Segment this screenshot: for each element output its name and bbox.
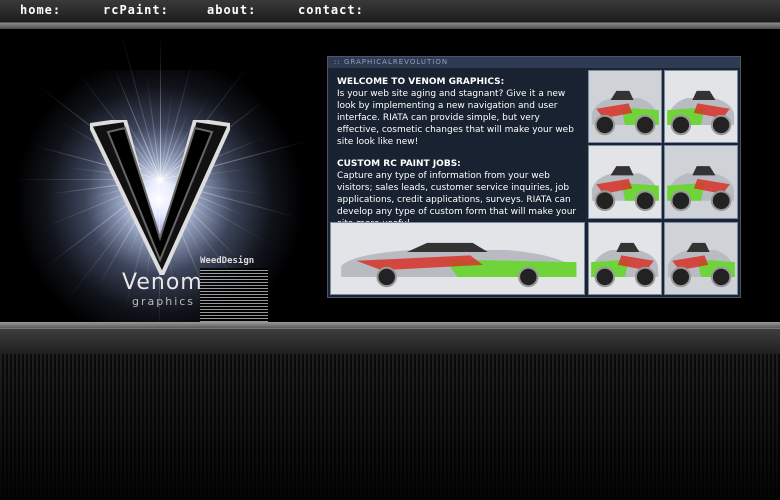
rc-car-photo-icon [589,223,661,294]
nav-home-link[interactable]: home: [20,3,61,17]
header-band [0,23,780,29]
panel-title: :: GRAPHICALREVOLUTION [328,57,740,68]
brand-name: Venom [122,270,203,295]
nav-rcpaint-link[interactable]: rcPaint: [103,3,169,17]
brand-logo: Venom graphics [122,270,203,308]
weed-design-title: WeedDesign [200,256,255,266]
brand-subtitle: graphics [132,295,196,308]
car-thumbnail-1[interactable] [588,70,662,143]
section1-heading: WELCOME TO VENOM GRAPHICS: [337,77,505,87]
intro-textbox: WELCOME TO VENOM GRAPHICS: Is your web s… [330,70,585,229]
venom-v-logo-icon [90,120,230,275]
car-thumbnail-6[interactable] [664,222,738,295]
car-large-photo[interactable] [330,222,585,295]
car-thumbnail-5[interactable] [588,222,662,295]
footer-bar [0,328,780,355]
car-thumbnail-4[interactable] [664,145,738,219]
rc-car-photo-icon [589,71,661,142]
rc-car-photo-icon [665,146,737,218]
weed-design-badge: WeedDesign [200,256,270,328]
section2-heading: CUSTOM RC PAINT JOBS: [337,159,461,169]
car-thumbnail-3[interactable] [588,145,662,219]
content-panel: :: GRAPHICALREVOLUTION WELCOME TO VENOM … [327,56,741,298]
rc-car-photo-icon [589,146,661,218]
rc-car-photo-icon [331,223,584,294]
nav-contact-link[interactable]: contact: [298,3,364,17]
nav-about-link[interactable]: about: [207,3,256,17]
section1-body: Is your web site aging and stagnant? Giv… [337,89,574,147]
section2-body: Capture any type of information from you… [337,171,577,229]
footer-fade [0,354,780,500]
car-thumbnail-2[interactable] [664,70,738,143]
top-navigation: home: rcPaint: about: contact: [0,0,780,23]
weed-design-pattern [200,268,268,328]
rc-car-photo-icon [665,71,737,142]
rc-car-photo-icon [665,223,737,294]
